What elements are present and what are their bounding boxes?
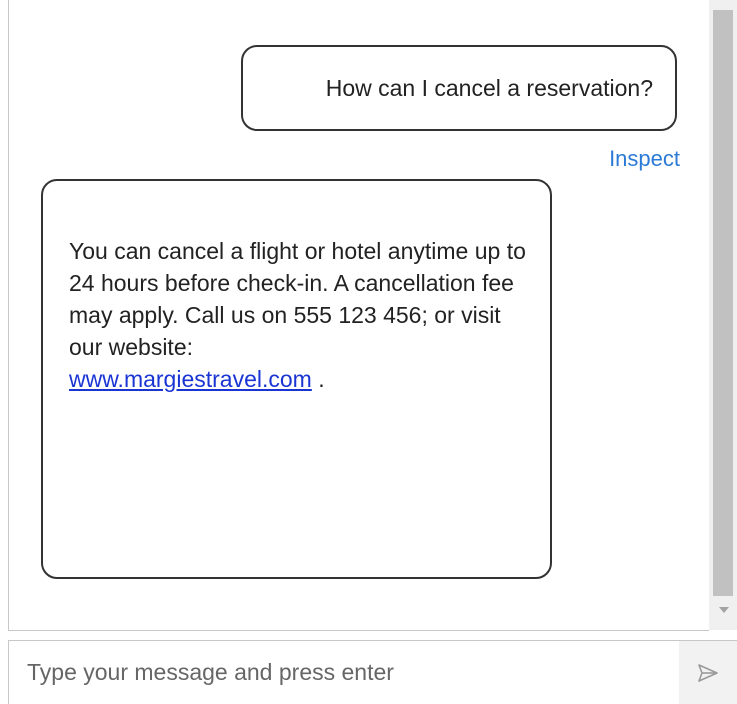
send-arrow-icon xyxy=(698,663,718,682)
chat-window: How can I cancel a reservation? Inspect … xyxy=(0,0,737,704)
inspect-link[interactable]: Inspect xyxy=(609,146,680,172)
send-button[interactable] xyxy=(679,641,737,704)
bot-message-bubble: You can cancel a flight or hotel anytime… xyxy=(41,179,552,579)
website-link[interactable]: www.margiestravel.com xyxy=(69,366,312,392)
message-input[interactable] xyxy=(9,641,669,704)
scroll-down-arrow-icon[interactable] xyxy=(719,607,729,613)
vertical-scrollbar[interactable] xyxy=(709,0,737,630)
bot-message-trailing-text: . xyxy=(311,366,325,392)
user-message-bubble: How can I cancel a reservation? xyxy=(241,45,677,131)
chat-transcript[interactable]: How can I cancel a reservation? Inspect … xyxy=(8,0,709,631)
user-message-text: How can I cancel a reservation? xyxy=(325,74,653,101)
bot-message-text: You can cancel a flight or hotel anytime… xyxy=(69,238,526,360)
message-composer xyxy=(8,640,737,704)
scrollbar-thumb[interactable] xyxy=(713,10,733,596)
